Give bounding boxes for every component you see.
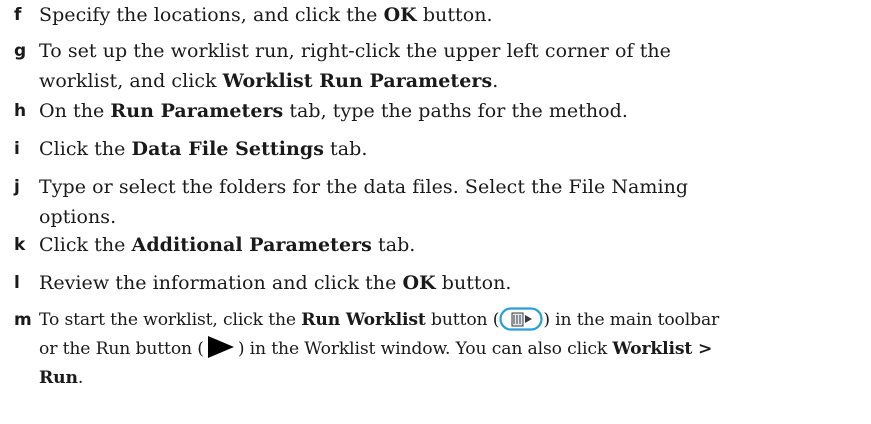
instruction-text: On the bbox=[39, 100, 111, 122]
step-text: Click the Data File Settings tab. bbox=[39, 134, 367, 164]
step-letter: f bbox=[14, 5, 22, 25]
step-letter: g bbox=[14, 41, 27, 61]
instruction-text: . bbox=[492, 70, 499, 92]
text-line: Run. bbox=[39, 364, 719, 393]
step-letter: i bbox=[14, 139, 20, 159]
instruction-text: tab. bbox=[323, 138, 368, 160]
emphasized-term: Worklist > bbox=[612, 339, 713, 359]
text-line: options. bbox=[39, 202, 688, 232]
emphasized-term: OK bbox=[383, 4, 417, 26]
emphasized-term: OK bbox=[402, 272, 436, 294]
emphasized-term: Run Worklist bbox=[301, 310, 426, 330]
run-icon bbox=[204, 335, 238, 359]
step-text: Review the information and click the OK … bbox=[39, 268, 511, 298]
step-text: Specify the locations, and click the OK … bbox=[39, 0, 493, 30]
emphasized-term: Worklist Run Parameters bbox=[222, 70, 493, 92]
step-text: On the Run Parameters tab, type the path… bbox=[39, 96, 628, 126]
run-worklist-icon bbox=[499, 307, 543, 331]
instruction-text: Click the bbox=[39, 138, 132, 160]
instruction-text: worklist, and click bbox=[39, 70, 223, 92]
emphasized-term: Additional Parameters bbox=[131, 234, 372, 256]
instruction-text: tab. bbox=[371, 234, 416, 256]
instruction-text: Specify the locations, and click the bbox=[39, 4, 384, 26]
emphasized-term: Run bbox=[39, 368, 78, 388]
instruction-text: or the Run button ( bbox=[39, 339, 204, 359]
emphasized-term: Run Parameters bbox=[110, 100, 284, 122]
instruction-text: . bbox=[77, 368, 84, 388]
instruction-text: To set up the worklist run, right-click … bbox=[39, 40, 671, 62]
instruction-text: Click the bbox=[39, 234, 132, 256]
step-letter: k bbox=[14, 235, 26, 255]
step-text: Type or select the folders for the data … bbox=[39, 172, 688, 232]
instruction-text: Review the information and click the bbox=[39, 272, 403, 294]
step-letter: h bbox=[14, 101, 27, 121]
step-text: Click the Additional Parameters tab. bbox=[39, 230, 415, 260]
text-line: Type or select the folders for the data … bbox=[39, 172, 688, 202]
instruction-text: button. bbox=[416, 4, 493, 26]
step-letter: j bbox=[14, 177, 20, 197]
instruction-text: tab, type the paths for the method. bbox=[283, 100, 628, 122]
step-letter: l bbox=[14, 273, 20, 293]
instruction-text: Type or select the folders for the data … bbox=[39, 176, 689, 198]
emphasized-term: Data File Settings bbox=[131, 138, 324, 160]
step-letter: m bbox=[14, 310, 32, 330]
instruction-text: To start the worklist, click the bbox=[39, 310, 302, 330]
text-line: worklist, and click Worklist Run Paramet… bbox=[39, 66, 671, 96]
instruction-text: ) in the Worklist window. You can also c… bbox=[237, 339, 613, 359]
instruction-text: button. bbox=[435, 272, 512, 294]
text-line: or the Run button ( ) in the Worklist win… bbox=[39, 335, 719, 364]
instruction-text: options. bbox=[39, 206, 117, 228]
text-line: To start the worklist, click the Run Wor… bbox=[39, 306, 719, 335]
step-text: To set up the worklist run, right-click … bbox=[39, 36, 671, 96]
text-line: To set up the worklist run, right-click … bbox=[39, 36, 671, 66]
step-text: To start the worklist, click the Run Wor… bbox=[39, 306, 719, 393]
instruction-text: button ( bbox=[425, 310, 500, 330]
instruction-text: ) in the main toolbar bbox=[543, 310, 720, 330]
